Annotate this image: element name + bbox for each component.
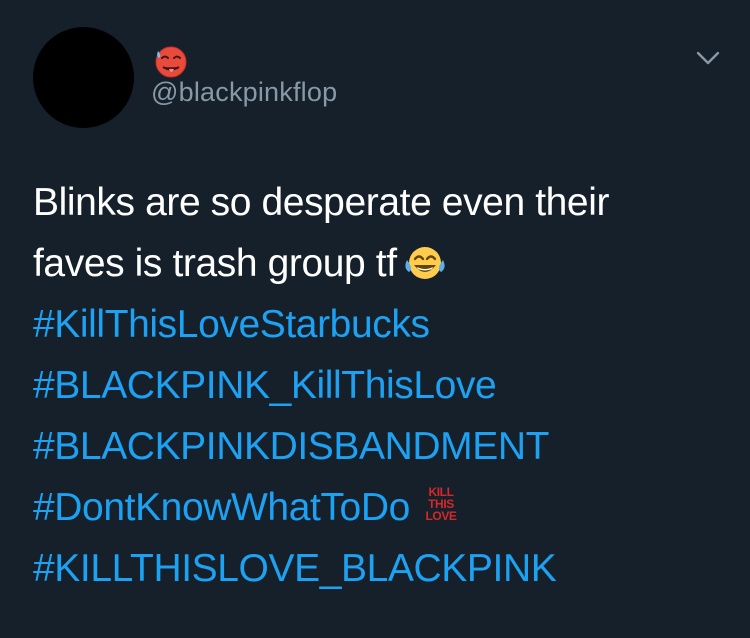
hashtag-link[interactable]: #KillThisLoveStarbucks (33, 294, 723, 355)
hot-face-emoji-icon (155, 46, 187, 78)
avatar[interactable] (33, 27, 134, 128)
face-with-tears-of-joy-icon (405, 247, 445, 279)
kill-this-love-badge-icon: KILL THIS LOVE (425, 485, 457, 523)
hashtag-text[interactable]: #DontKnowWhatToDo (33, 486, 410, 529)
user-handle[interactable]: @blackpinkflop (151, 77, 337, 108)
tweet-text: Blinks are so desperate even their faves… (33, 172, 723, 599)
hashtag-link[interactable]: #KILLTHISLOVE_BLACKPINK (33, 538, 723, 599)
hashtag-text[interactable]: #BLACKPINK_KillThisLove (33, 364, 497, 407)
badge-line: LOVE (425, 509, 456, 523)
hashtag-link[interactable]: #DontKnowWhatToDo KILL THIS LOVE (33, 477, 723, 538)
hashtag-text[interactable]: #KILLTHISLOVE_BLACKPINK (33, 547, 557, 590)
hashtag-link[interactable]: #BLACKPINKDISBANDMENT (33, 416, 723, 477)
chevron-down-icon[interactable] (693, 48, 723, 68)
tweet-text-line-content: faves is trash group tf (33, 242, 397, 285)
tweet-text-line: faves is trash group tf (33, 233, 723, 294)
tweet-card: @blackpinkflop Blinks are so desperate e… (0, 0, 750, 638)
tweet-text-line: Blinks are so desperate even their (33, 181, 610, 224)
hashtag-text[interactable]: #BLACKPINKDISBANDMENT (33, 425, 549, 468)
hashtag-text[interactable]: #KillThisLoveStarbucks (33, 303, 430, 346)
hashtag-link[interactable]: #BLACKPINK_KillThisLove (33, 355, 723, 416)
